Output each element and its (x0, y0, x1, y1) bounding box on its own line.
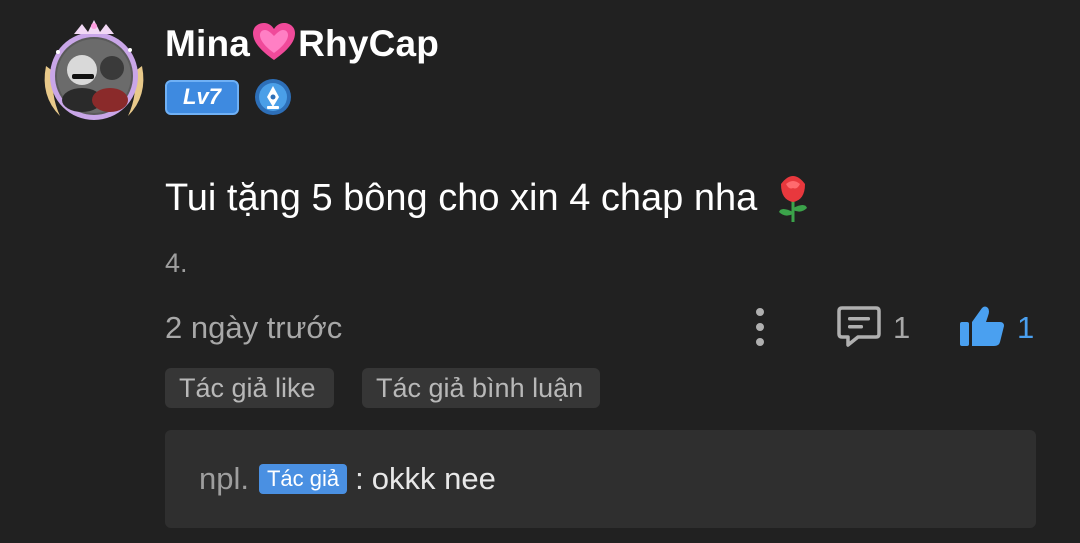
username-part1: Mina (165, 23, 251, 64)
reply-line: npl. Tác giả : okkk nee (199, 461, 496, 497)
reply-preview[interactable]: npl. Tác giả : okkk nee (165, 430, 1036, 528)
avatar[interactable] (38, 16, 150, 128)
reply-separator: : (355, 461, 364, 496)
level-badge: Lv7 (165, 79, 239, 115)
username-part2: RhyCap (298, 23, 440, 64)
reply-count: 1 (893, 310, 911, 345)
reply-author[interactable]: npl. (199, 461, 249, 497)
author-comment-tag: Tác giả bình luận (362, 368, 600, 408)
rose-icon (779, 176, 808, 222)
reply-icon[interactable] (836, 304, 882, 348)
username[interactable]: Mina RhyCap (165, 22, 439, 65)
comment-time: 2 ngày trước (165, 310, 343, 345)
author-badge: Tác giả (258, 464, 348, 494)
like-count: 1 (1017, 310, 1035, 345)
comment-index: 4. (165, 248, 188, 278)
pen-badge-icon[interactable] (254, 78, 292, 116)
more-options-icon[interactable] (748, 306, 772, 348)
reply-text: okkk nee (371, 461, 496, 496)
author-like-tag: Tác giả like (165, 368, 334, 408)
user-badges: Lv7 (165, 79, 292, 115)
comment-text: Tui tặng 5 bông cho xin 4 chap nha (165, 172, 813, 224)
avatar-frame-icon (44, 20, 144, 120)
thumbs-up-icon[interactable] (958, 304, 1006, 348)
comment-body: Tui tặng 5 bông cho xin 4 chap nha (165, 176, 758, 219)
heart-icon (253, 23, 296, 60)
